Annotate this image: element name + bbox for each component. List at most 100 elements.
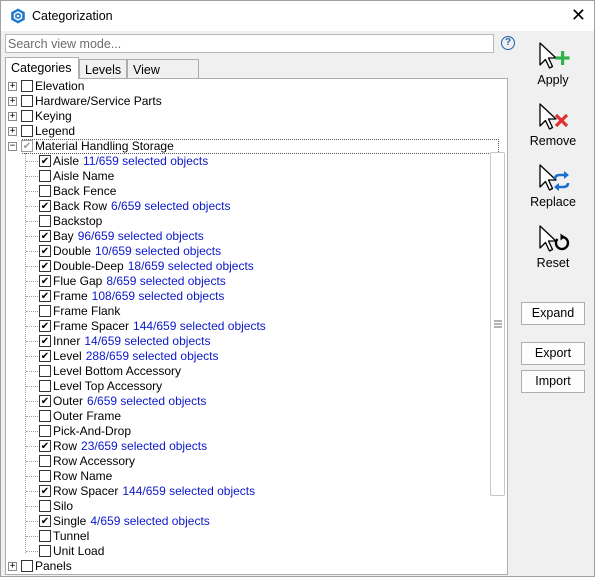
checkbox[interactable] (39, 305, 51, 317)
tree-item-panels[interactable]: + Panels (6, 559, 506, 574)
category-name: Row Name (53, 469, 113, 483)
checkbox[interactable] (39, 155, 51, 167)
tree-item-material-handling-storage[interactable]: − Material Handling Storage (6, 139, 506, 154)
tree-child-item[interactable]: Aisle Name (6, 169, 506, 184)
checkbox[interactable] (39, 350, 51, 362)
tree-child-item[interactable]: Silo (6, 499, 506, 514)
tree-child-item[interactable]: Double10/659 selected objects (6, 244, 506, 259)
tree-child-item[interactable]: Back Fence (6, 184, 506, 199)
expand-icon[interactable]: + (8, 112, 17, 121)
tree-child-item[interactable]: Flue Gap8/659 selected objects (6, 274, 506, 289)
checkbox[interactable] (39, 230, 51, 242)
apply-button[interactable]: Apply (520, 41, 586, 87)
checkbox[interactable] (39, 335, 51, 347)
remove-button[interactable]: Remove (520, 102, 586, 148)
tab-view-mode[interactable]: View Mode (127, 59, 199, 91)
tree-child-item[interactable]: Unit Load (6, 544, 506, 559)
tree-item-elevation[interactable]: + Elevation (6, 79, 506, 94)
tree-item-label: Aisle 11/659 selected objects (53, 155, 208, 168)
checkbox[interactable] (39, 545, 51, 557)
tree-item-label: Material Handling Storage (35, 139, 174, 153)
tree-child-item[interactable]: Row Accessory (6, 454, 506, 469)
collapse-icon[interactable]: − (8, 142, 17, 151)
tree-item-legend[interactable]: + Legend (6, 124, 506, 139)
checkbox[interactable] (39, 425, 51, 437)
checkbox[interactable] (39, 380, 51, 392)
tree-item-keying[interactable]: + Keying (6, 109, 506, 124)
checkbox[interactable] (39, 515, 51, 527)
checkbox[interactable] (39, 485, 51, 497)
tree-child-item[interactable]: Pick-And-Drop (6, 424, 506, 439)
tree-item-label: Unit Load (53, 545, 104, 558)
category-tree[interactable]: Aisle11/659 selected objects Aisle Name Ba… (5, 78, 508, 575)
category-name: Outer (53, 394, 84, 408)
selected-count: 4/659 selected objects (90, 514, 210, 528)
tree-connector-line (26, 461, 38, 462)
checkbox[interactable] (39, 245, 51, 257)
category-name: Back Row (53, 199, 108, 213)
close-icon[interactable]: ✕ (571, 5, 586, 25)
reset-button[interactable]: Reset (520, 224, 586, 270)
checkbox[interactable] (39, 170, 51, 182)
replace-button[interactable]: Replace (520, 163, 586, 209)
tree-child-item[interactable]: Outer6/659 selected objects (6, 394, 506, 409)
tree-child-item[interactable]: Tunnel (6, 529, 506, 544)
checkbox[interactable] (39, 200, 51, 212)
tree-child-item[interactable]: Outer Frame (6, 409, 506, 424)
tree-child-item[interactable]: Double-Deep18/659 selected objects (6, 259, 506, 274)
tab-levels[interactable]: Levels (79, 59, 127, 79)
tree-child-item[interactable]: Single4/659 selected objects (6, 514, 506, 529)
tree-child-item[interactable]: Level Bottom Accessory (6, 364, 506, 379)
checkbox[interactable] (21, 110, 33, 122)
tree-child-item[interactable]: Level288/659 selected objects (6, 349, 506, 364)
tree-child-item[interactable]: Row Spacer144/659 selected objects (6, 484, 506, 499)
scroll-grip-icon (494, 320, 502, 328)
import-button[interactable]: Import (521, 370, 585, 393)
help-icon[interactable]: ? (501, 36, 515, 50)
expand-button[interactable]: Expand (521, 302, 585, 325)
expand-icon[interactable]: + (8, 562, 17, 571)
checkbox[interactable] (21, 80, 33, 92)
category-name: Flue Gap (53, 274, 103, 288)
tree-child-item[interactable]: Row23/659 selected objects (6, 439, 506, 454)
checkbox[interactable] (39, 290, 51, 302)
checkbox[interactable] (39, 260, 51, 272)
checkbox[interactable] (39, 365, 51, 377)
checkbox[interactable] (39, 455, 51, 467)
tree-child-item[interactable]: Back Row6/659 selected objects (6, 199, 506, 214)
tree-child-item[interactable]: Inner14/659 selected objects (6, 334, 506, 349)
tree-child-item[interactable]: Level Top Accessory (6, 379, 506, 394)
tree-item-hardware-service-parts[interactable]: + Hardware/Service Parts (6, 94, 506, 109)
checkbox[interactable] (39, 530, 51, 542)
export-button[interactable]: Export (521, 342, 585, 365)
category-name: Level (53, 349, 82, 363)
checkbox[interactable] (21, 95, 33, 107)
search-input[interactable] (5, 34, 494, 53)
checkbox[interactable] (39, 215, 51, 227)
checkbox[interactable] (39, 470, 51, 482)
tree-child-item[interactable]: Backstop (6, 214, 506, 229)
tree-item-label: Keying (35, 109, 72, 123)
checkbox[interactable] (39, 395, 51, 407)
tree-child-item[interactable]: Frame108/659 selected objects (6, 289, 506, 304)
checkbox[interactable] (21, 125, 33, 137)
checkbox[interactable] (21, 560, 33, 572)
tree-child-item[interactable]: Frame Spacer144/659 selected objects (6, 319, 506, 334)
checkbox[interactable] (39, 440, 51, 452)
checkbox[interactable] (39, 410, 51, 422)
tree-item-label: Elevation (35, 79, 85, 93)
tree-child-item[interactable]: Frame Flank (6, 304, 506, 319)
expand-icon[interactable]: + (8, 97, 17, 106)
expand-icon[interactable]: + (8, 127, 17, 136)
checkbox-indeterminate[interactable] (21, 140, 33, 152)
tab-categories[interactable]: Categories (5, 57, 79, 79)
tree-child-item[interactable]: Aisle11/659 selected objects (6, 154, 506, 169)
checkbox[interactable] (39, 275, 51, 287)
tree-child-item[interactable]: Bay96/659 selected objects (6, 229, 506, 244)
selected-count: 8/659 selected objects (106, 274, 226, 288)
checkbox[interactable] (39, 500, 51, 512)
checkbox[interactable] (39, 320, 51, 332)
checkbox[interactable] (39, 185, 51, 197)
expand-icon[interactable]: + (8, 82, 17, 91)
tree-child-item[interactable]: Row Name (6, 469, 506, 484)
